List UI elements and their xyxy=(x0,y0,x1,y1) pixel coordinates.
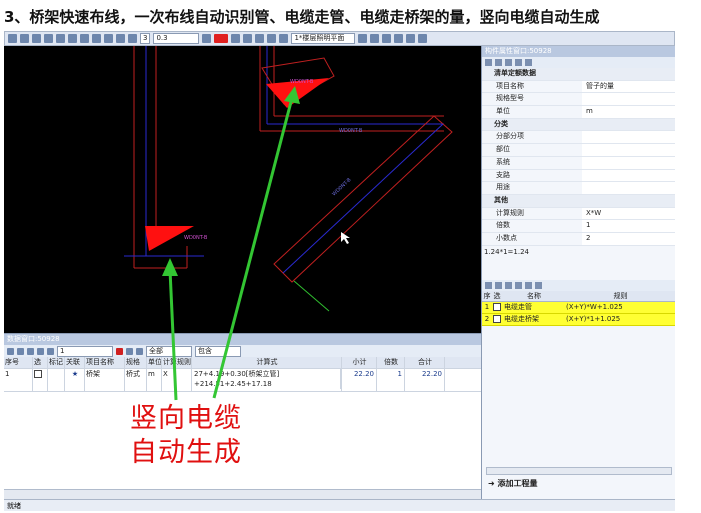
data-table-header: 序号 选 标记 关联 项目名称 规格 单位 计算规则 计算式 小计 倍数 合计 xyxy=(4,357,481,369)
select-box-icon[interactable] xyxy=(68,34,77,43)
edit-icon[interactable] xyxy=(535,281,542,289)
prev-icon[interactable] xyxy=(495,59,502,66)
save-icon[interactable] xyxy=(382,34,392,43)
prev-icon[interactable] xyxy=(495,281,502,289)
color-picker-icon[interactable] xyxy=(214,34,229,43)
cad-label-2: WD0NT-B xyxy=(184,235,208,241)
property-toolbar xyxy=(482,57,675,68)
help-icon[interactable] xyxy=(418,34,428,43)
redo-icon[interactable] xyxy=(56,34,65,43)
data-window-scrollbar[interactable] xyxy=(4,489,481,499)
line-width-input[interactable]: 3 xyxy=(140,33,151,44)
page-select[interactable]: 1 xyxy=(57,345,113,357)
formula-note: 1.24*1=1.24 xyxy=(484,247,529,256)
next-icon[interactable] xyxy=(505,281,512,289)
prop-row[interactable]: 倍数 1 xyxy=(482,220,675,233)
status-bar: 就绪 xyxy=(4,499,675,511)
dimension-line xyxy=(293,280,330,312)
cad-label-3: WD0NT-B xyxy=(290,79,314,85)
folder-icon[interactable] xyxy=(370,34,380,43)
distribute-icon[interactable] xyxy=(267,34,277,43)
cad-label-1: WD0NT-B xyxy=(339,128,363,134)
next-icon[interactable] xyxy=(505,59,512,66)
filter-contains-select[interactable]: 包含 xyxy=(195,345,241,357)
crosshair-icon[interactable] xyxy=(80,34,89,43)
main-toolbar: 3 0.3 1*楼层照明平面 xyxy=(4,31,675,46)
rules-toolbar xyxy=(482,279,675,291)
delete-icon[interactable] xyxy=(116,347,123,355)
export-icon[interactable] xyxy=(126,347,133,355)
floor-plan-select[interactable]: 1*楼层照明平面 xyxy=(291,33,356,44)
prop-row[interactable]: 小数点 2 xyxy=(482,232,675,246)
section-category[interactable]: 分类 xyxy=(482,118,675,132)
layer-icon[interactable] xyxy=(202,34,212,43)
refresh-icon[interactable] xyxy=(20,34,29,43)
prop-row[interactable]: 计算规则 X*W xyxy=(482,207,675,221)
rules-scrollbar[interactable] xyxy=(486,467,672,475)
add-icon[interactable] xyxy=(515,281,522,289)
data-window-toolbar: 1 全部 包含 xyxy=(4,345,481,357)
array-icon[interactable] xyxy=(279,34,289,43)
data-window: 数据窗口:50928 1 全部 包含 序号 选 标记 关联 项目名称 规格 单位… xyxy=(4,333,481,499)
pencil-icon[interactable] xyxy=(47,347,54,355)
tools-icon[interactable] xyxy=(394,34,404,43)
grid-icon[interactable] xyxy=(32,34,41,43)
edit-icon[interactable] xyxy=(37,347,44,355)
prop-row[interactable]: 用途 xyxy=(482,182,675,195)
add-quantity-button[interactable]: ➜ 添加工程量 xyxy=(488,478,538,489)
undo-icon[interactable] xyxy=(44,34,53,43)
rule-checkbox[interactable] xyxy=(493,314,501,323)
prop-row[interactable]: 单位 m xyxy=(482,106,675,119)
scale-input[interactable]: 0.3 xyxy=(153,33,200,44)
property-panel-title: 构件属性窗口:50928 xyxy=(482,46,675,57)
annotation-callout: 竖向电缆 自动生成 xyxy=(130,403,242,468)
cad-drawing: WD0NT-B WD0NT-B WD0NT-B WD0NT-B xyxy=(124,46,453,312)
cable-line-diagonal xyxy=(282,123,444,274)
binoculars-icon[interactable] xyxy=(358,34,368,43)
polyline-icon[interactable] xyxy=(104,34,113,43)
cad-canvas[interactable]: WD0NT-B WD0NT-B WD0NT-B WD0NT-B xyxy=(4,46,481,333)
filter-icon[interactable] xyxy=(27,347,34,355)
row-checkbox[interactable] xyxy=(34,370,42,378)
first-icon[interactable] xyxy=(485,59,492,66)
measure-icon[interactable] xyxy=(231,34,241,43)
prop-row[interactable]: 部位 xyxy=(482,144,675,157)
table-icon[interactable] xyxy=(243,34,253,43)
data-window-title: 数据窗口:50928 xyxy=(4,334,481,345)
mouse-cursor-icon xyxy=(341,232,350,244)
line-icon[interactable] xyxy=(92,34,101,43)
link-icon[interactable] xyxy=(525,59,532,66)
home-icon[interactable] xyxy=(8,34,17,43)
rules-header: 序 选 名称 规则 xyxy=(482,290,675,302)
table-row[interactable]: 1 ★ 桥架 桥式 m X 27+4.19+0.30[桥架立管] +214.51+… xyxy=(4,369,481,392)
section-other[interactable]: 其他 xyxy=(482,194,675,208)
rule-row[interactable]: 1 电缆走管 (X+Y)*W+1.025 xyxy=(482,301,675,314)
page-heading: 3、桥架快速布线，一次布线自动识别管、电缆走管、电缆走桥架的量，竖向电缆自动生成 xyxy=(4,8,600,26)
snap-icon[interactable] xyxy=(116,34,125,43)
prop-row[interactable]: 支路 xyxy=(482,169,675,183)
binoculars-icon[interactable] xyxy=(136,347,143,355)
associated-star-icon: ★ xyxy=(65,369,85,391)
property-panel: 构件属性窗口:50928 清单定额数据 项目名称 管子的量 规格型号 单位 m 分类… xyxy=(481,46,675,499)
check-icon[interactable] xyxy=(525,281,532,289)
prop-row[interactable]: 分部分项 xyxy=(482,131,675,145)
check-icon[interactable] xyxy=(17,347,24,355)
line-width-icon[interactable] xyxy=(128,34,137,43)
filter-all-select[interactable]: 全部 xyxy=(146,345,192,357)
first-icon[interactable] xyxy=(485,281,492,289)
prop-row[interactable]: 规格型号 xyxy=(482,93,675,107)
last-icon[interactable] xyxy=(515,59,522,66)
prop-row[interactable]: 系统 xyxy=(482,156,675,170)
section-quota[interactable]: 清单定额数据 xyxy=(482,68,675,81)
rule-checkbox[interactable] xyxy=(493,302,501,311)
prop-row[interactable]: 项目名称 管子的量 xyxy=(482,80,675,94)
align-icon[interactable] xyxy=(255,34,265,43)
refresh-icon[interactable] xyxy=(7,347,14,355)
window-icon[interactable] xyxy=(406,34,416,43)
rule-row[interactable]: 2 电缆走桥架 (X+Y)*1+1.025 xyxy=(482,313,675,326)
